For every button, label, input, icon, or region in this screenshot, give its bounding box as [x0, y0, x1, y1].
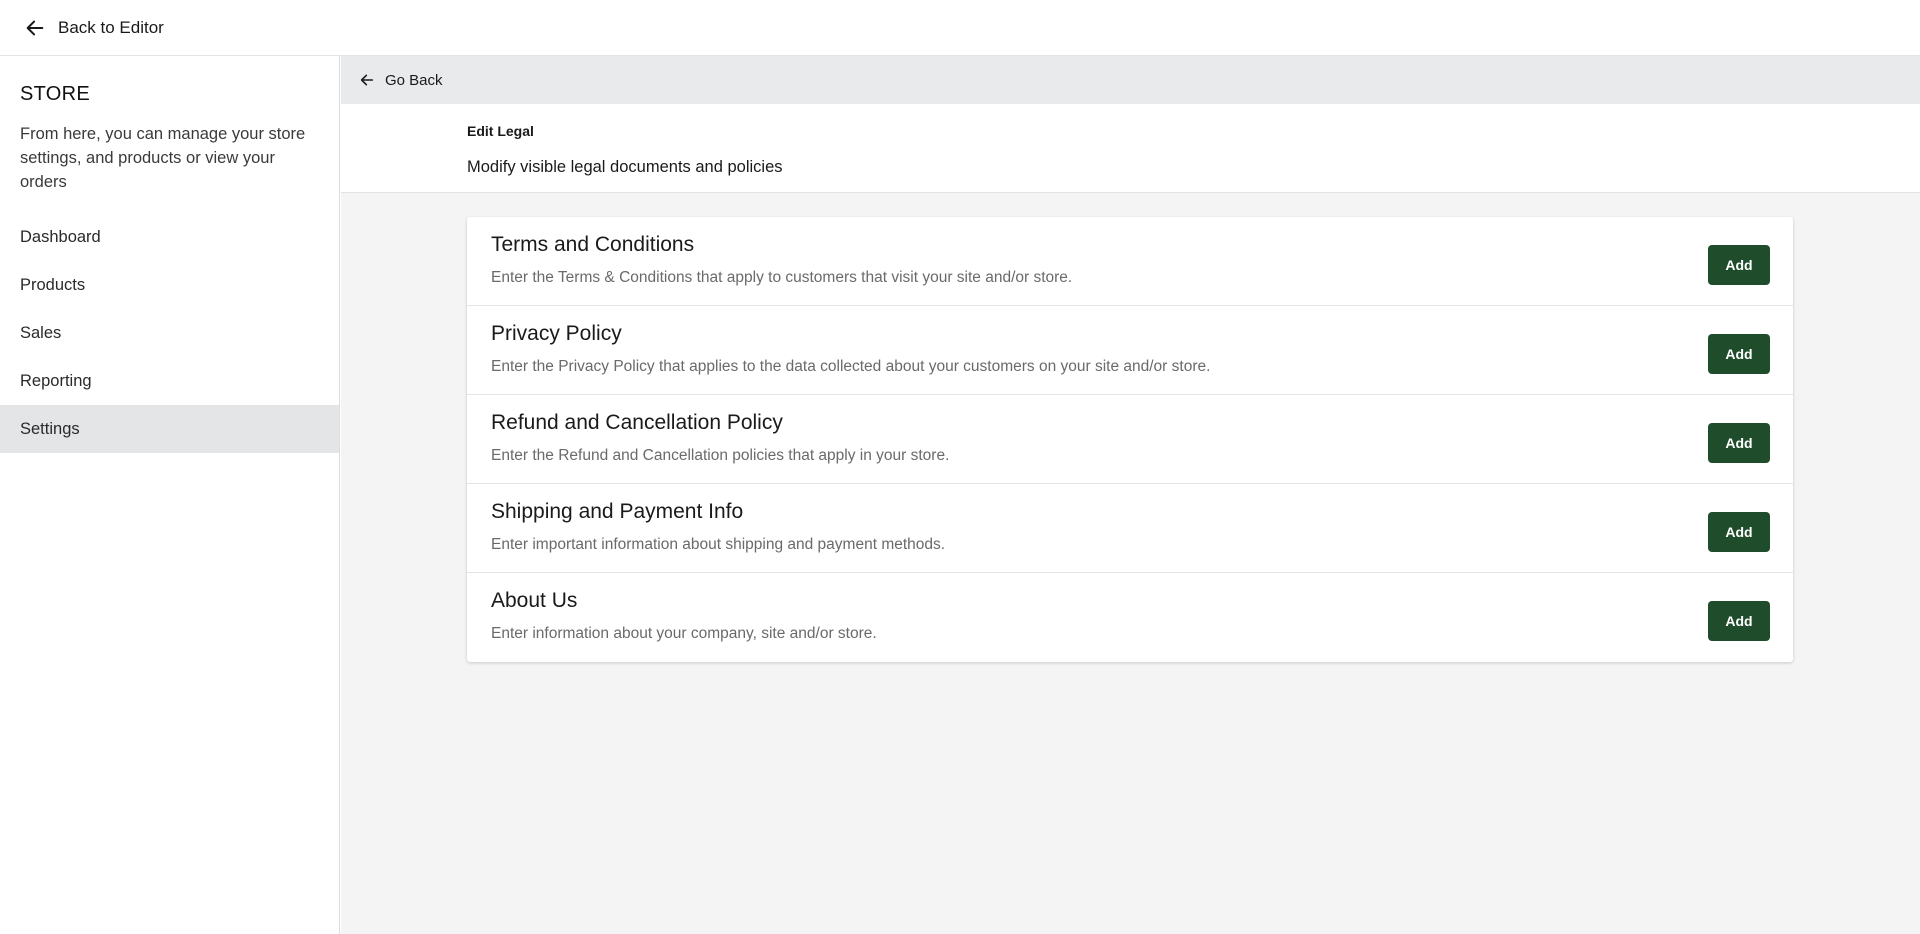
document-description: Enter information about your company, si…	[491, 625, 877, 642]
document-title: Refund and Cancellation Policy	[491, 411, 783, 434]
document-description: Enter important information about shippi…	[491, 536, 946, 553]
list-item: Refund and Cancellation Policy Enter the…	[467, 395, 1793, 484]
main-content: Go Back Edit Legal Modify visible legal …	[341, 56, 1920, 934]
go-back-button[interactable]: Go Back	[341, 56, 1920, 104]
sidebar-item-sales[interactable]: Sales	[0, 309, 339, 357]
page-title: Edit Legal	[467, 123, 534, 139]
add-shipping-button[interactable]: Add	[1708, 512, 1770, 552]
add-terms-button[interactable]: Add	[1708, 245, 1770, 285]
sidebar-item-dashboard[interactable]: Dashboard	[0, 213, 339, 261]
add-privacy-button[interactable]: Add	[1708, 334, 1770, 374]
list-item: About Us Enter information about your co…	[467, 573, 1793, 662]
go-back-label: Go Back	[385, 71, 443, 89]
page-subtitle: Modify visible legal documents and polic…	[467, 158, 783, 176]
document-title: Privacy Policy	[491, 322, 622, 345]
sidebar-nav: Dashboard Products Sales Reporting Setti…	[0, 213, 339, 453]
sidebar-item-products[interactable]: Products	[0, 261, 339, 309]
edit-header: Edit Legal Modify visible legal document…	[341, 104, 1920, 193]
add-about-button[interactable]: Add	[1708, 601, 1770, 641]
sidebar-title: STORE	[20, 83, 91, 105]
sidebar: STORE From here, you can manage your sto…	[0, 56, 340, 934]
document-title: About Us	[491, 589, 578, 612]
back-to-editor-label: Back to Editor	[58, 17, 164, 37]
list-item: Terms and Conditions Enter the Terms & C…	[467, 217, 1793, 306]
document-description: Enter the Terms & Conditions that apply …	[491, 269, 1073, 286]
document-title: Terms and Conditions	[491, 233, 695, 256]
list-item: Shipping and Payment Info Enter importan…	[467, 484, 1793, 573]
legal-documents-card: Terms and Conditions Enter the Terms & C…	[467, 217, 1793, 662]
sidebar-item-reporting[interactable]: Reporting	[0, 357, 339, 405]
back-to-editor-link[interactable]: Back to Editor	[24, 17, 164, 39]
add-refund-button[interactable]: Add	[1708, 423, 1770, 463]
sidebar-description: From here, you can manage your store set…	[20, 125, 306, 191]
document-title: Shipping and Payment Info	[491, 500, 744, 523]
arrow-left-icon	[360, 74, 374, 86]
sidebar-item-settings[interactable]: Settings	[0, 405, 339, 453]
top-bar: Back to Editor	[0, 0, 1920, 56]
list-item: Privacy Policy Enter the Privacy Policy …	[467, 306, 1793, 395]
arrow-left-icon	[26, 20, 44, 35]
document-description: Enter the Refund and Cancellation polici…	[491, 447, 950, 464]
document-description: Enter the Privacy Policy that applies to…	[491, 358, 1211, 375]
